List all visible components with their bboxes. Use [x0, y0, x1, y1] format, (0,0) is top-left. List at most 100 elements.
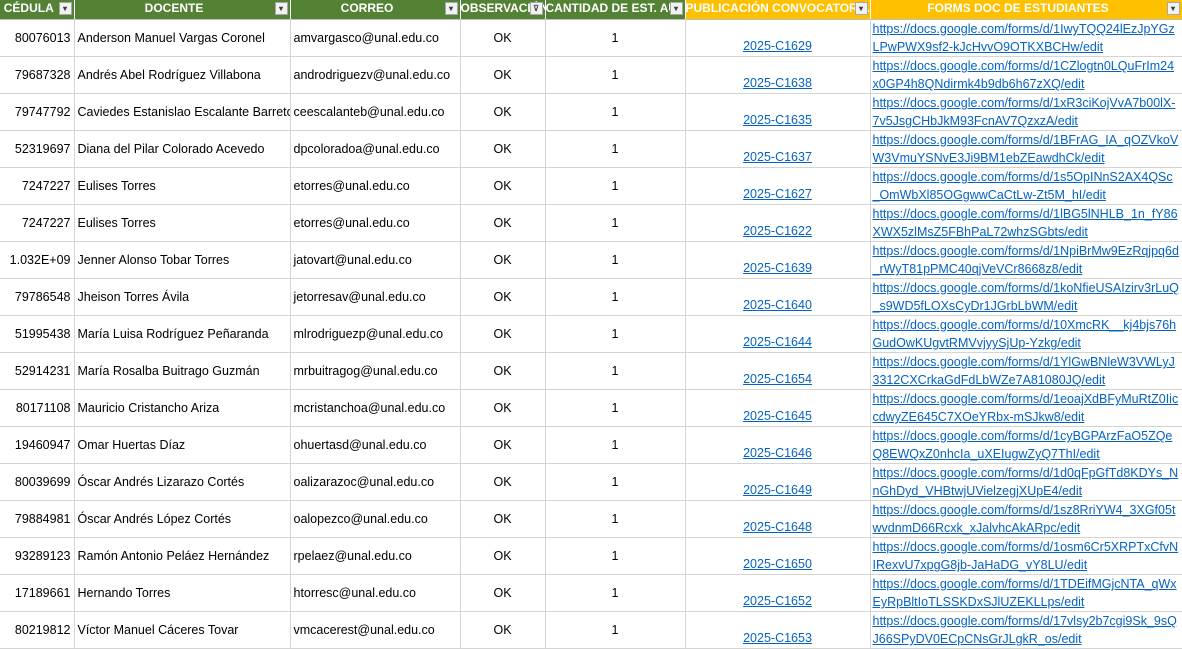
forms-link[interactable]: https://docs.google.com/forms/d/1cyBGPAr… — [873, 429, 1173, 461]
cell-docente[interactable]: Eulises Torres — [74, 204, 291, 242]
forms-link[interactable]: https://docs.google.com/forms/d/1eoajXdB… — [873, 392, 1179, 424]
convocatoria-link[interactable]: 2025-C1649 — [743, 483, 812, 497]
cell-cedula[interactable]: 51995438 — [0, 315, 75, 353]
forms-link[interactable]: https://docs.google.com/forms/d/1s5OpINn… — [873, 170, 1173, 202]
cell-docente[interactable]: Óscar Andrés Lizarazo Cortés — [74, 463, 291, 501]
cell-docente[interactable]: Mauricio Cristancho Ariza — [74, 389, 291, 427]
cell-cedula[interactable]: 80171108 — [0, 389, 75, 427]
cell-observacion[interactable]: OK — [460, 352, 546, 390]
cell-publicacion[interactable]: 2025-C1650 — [685, 537, 871, 575]
cell-cedula[interactable]: 93289123 — [0, 537, 75, 575]
cell-cantidad[interactable]: 1 — [545, 463, 686, 501]
cell-correo[interactable]: vmcacerest@unal.edu.co — [290, 611, 461, 649]
convocatoria-link[interactable]: 2025-C1638 — [743, 76, 812, 90]
header-cedula[interactable]: CÉDULA ▾ — [0, 0, 75, 20]
convocatoria-link[interactable]: 2025-C1639 — [743, 261, 812, 275]
cell-cantidad[interactable]: 1 — [545, 278, 686, 316]
header-observacion[interactable]: OBSERVACIÓN ⊽ — [460, 0, 546, 20]
convocatoria-link[interactable]: 2025-C1644 — [743, 335, 812, 349]
forms-link[interactable]: https://docs.google.com/forms/d/17vlsy2b… — [873, 614, 1177, 646]
convocatoria-link[interactable]: 2025-C1627 — [743, 187, 812, 201]
forms-link[interactable]: https://docs.google.com/forms/d/1BFrAG_I… — [873, 133, 1179, 165]
cell-cedula[interactable]: 52914231 — [0, 352, 75, 390]
cell-cedula[interactable]: 79747792 — [0, 93, 75, 131]
cell-publicacion[interactable]: 2025-C1649 — [685, 463, 871, 501]
cell-publicacion[interactable]: 2025-C1622 — [685, 204, 871, 242]
filter-active-icon[interactable]: ⊽ — [529, 2, 543, 15]
cell-correo[interactable]: mcristanchoa@unal.edu.co — [290, 389, 461, 427]
cell-forms[interactable]: https://docs.google.com/forms/d/1TDEifMG… — [870, 574, 1182, 612]
cell-docente[interactable]: María Luisa Rodríguez Peñaranda — [74, 315, 291, 353]
cell-docente[interactable]: Jheison Torres Ávila — [74, 278, 291, 316]
cell-forms[interactable]: https://docs.google.com/forms/d/1IwyTQQ2… — [870, 19, 1182, 57]
cell-cedula[interactable]: 80219812 — [0, 611, 75, 649]
cell-cantidad[interactable]: 1 — [545, 611, 686, 649]
cell-publicacion[interactable]: 2025-C1653 — [685, 611, 871, 649]
cell-observacion[interactable]: OK — [460, 241, 546, 279]
cell-docente[interactable]: Hernando Torres — [74, 574, 291, 612]
convocatoria-link[interactable]: 2025-C1645 — [743, 409, 812, 423]
cell-publicacion[interactable]: 2025-C1652 — [685, 574, 871, 612]
cell-docente[interactable]: Jenner Alonso Tobar Torres — [74, 241, 291, 279]
cell-cantidad[interactable]: 1 — [545, 93, 686, 131]
cell-forms[interactable]: https://docs.google.com/forms/d/1s5OpINn… — [870, 167, 1182, 205]
convocatoria-link[interactable]: 2025-C1650 — [743, 557, 812, 571]
cell-forms[interactable]: https://docs.google.com/forms/d/1BFrAG_I… — [870, 130, 1182, 168]
cell-docente[interactable]: Ramón Antonio Peláez Hernández — [74, 537, 291, 575]
filter-dropdown-icon[interactable]: ▾ — [669, 2, 683, 15]
filter-dropdown-icon[interactable]: ▾ — [444, 2, 458, 15]
cell-forms[interactable]: https://docs.google.com/forms/d/1NpiBrMw… — [870, 241, 1182, 279]
cell-observacion[interactable]: OK — [460, 130, 546, 168]
cell-cantidad[interactable]: 1 — [545, 56, 686, 94]
forms-link[interactable]: https://docs.google.com/forms/d/1xR3ciKo… — [873, 96, 1176, 128]
cell-observacion[interactable]: OK — [460, 500, 546, 538]
cell-observacion[interactable]: OK — [460, 574, 546, 612]
filter-dropdown-icon[interactable]: ▾ — [1166, 2, 1180, 15]
forms-link[interactable]: https://docs.google.com/forms/d/1TDEifMG… — [873, 577, 1177, 609]
cell-cedula[interactable]: 17189661 — [0, 574, 75, 612]
cell-cantidad[interactable]: 1 — [545, 167, 686, 205]
cell-forms[interactable]: https://docs.google.com/forms/d/1xR3ciKo… — [870, 93, 1182, 131]
cell-observacion[interactable]: OK — [460, 389, 546, 427]
cell-cantidad[interactable]: 1 — [545, 426, 686, 464]
cell-forms[interactable]: https://docs.google.com/forms/d/1d0qFpGf… — [870, 463, 1182, 501]
cell-forms[interactable]: https://docs.google.com/forms/d/1eoajXdB… — [870, 389, 1182, 427]
cell-observacion[interactable]: OK — [460, 167, 546, 205]
forms-link[interactable]: https://docs.google.com/forms/d/10XmcRK_… — [873, 318, 1177, 350]
cell-docente[interactable]: Anderson Manuel Vargas Coronel — [74, 19, 291, 57]
cell-correo[interactable]: amvargasco@unal.edu.co — [290, 19, 461, 57]
cell-docente[interactable]: Víctor Manuel Cáceres Tovar — [74, 611, 291, 649]
cell-observacion[interactable]: OK — [460, 56, 546, 94]
cell-forms[interactable]: https://docs.google.com/forms/d/1sz8RriY… — [870, 500, 1182, 538]
cell-cantidad[interactable]: 1 — [545, 352, 686, 390]
cell-forms[interactable]: https://docs.google.com/forms/d/1koNfieU… — [870, 278, 1182, 316]
cell-forms[interactable]: https://docs.google.com/forms/d/1lBG5lNH… — [870, 204, 1182, 242]
cell-correo[interactable]: oalopezco@unal.edu.co — [290, 500, 461, 538]
cell-publicacion[interactable]: 2025-C1640 — [685, 278, 871, 316]
cell-observacion[interactable]: OK — [460, 93, 546, 131]
convocatoria-link[interactable]: 2025-C1629 — [743, 39, 812, 53]
convocatoria-link[interactable]: 2025-C1622 — [743, 224, 812, 238]
cell-forms[interactable]: https://docs.google.com/forms/d/1osm6Cr5… — [870, 537, 1182, 575]
cell-docente[interactable]: Diana del Pilar Colorado Acevedo — [74, 130, 291, 168]
cell-correo[interactable]: rpelaez@unal.edu.co — [290, 537, 461, 575]
cell-observacion[interactable]: OK — [460, 611, 546, 649]
cell-docente[interactable]: Omar Huertas Díaz — [74, 426, 291, 464]
cell-cantidad[interactable]: 1 — [545, 389, 686, 427]
filter-dropdown-icon[interactable]: ▾ — [274, 2, 288, 15]
cell-cantidad[interactable]: 1 — [545, 500, 686, 538]
header-correo[interactable]: CORREO ▾ — [290, 0, 461, 20]
cell-docente[interactable]: Óscar Andrés López Cortés — [74, 500, 291, 538]
forms-link[interactable]: https://docs.google.com/forms/d/1YlGwBNl… — [873, 355, 1175, 387]
cell-correo[interactable]: dpcoloradoa@unal.edu.co — [290, 130, 461, 168]
cell-cedula[interactable]: 7247227 — [0, 204, 75, 242]
cell-correo[interactable]: jetorresav@unal.edu.co — [290, 278, 461, 316]
filter-dropdown-icon[interactable]: ▾ — [854, 2, 868, 15]
convocatoria-link[interactable]: 2025-C1646 — [743, 446, 812, 460]
filter-dropdown-icon[interactable]: ▾ — [58, 2, 72, 15]
convocatoria-link[interactable]: 2025-C1640 — [743, 298, 812, 312]
cell-publicacion[interactable]: 2025-C1635 — [685, 93, 871, 131]
cell-correo[interactable]: htorresc@unal.edu.co — [290, 574, 461, 612]
cell-docente[interactable]: Caviedes Estanislao Escalante Barreto — [74, 93, 291, 131]
cell-docente[interactable]: Andrés Abel Rodríguez Villabona — [74, 56, 291, 94]
